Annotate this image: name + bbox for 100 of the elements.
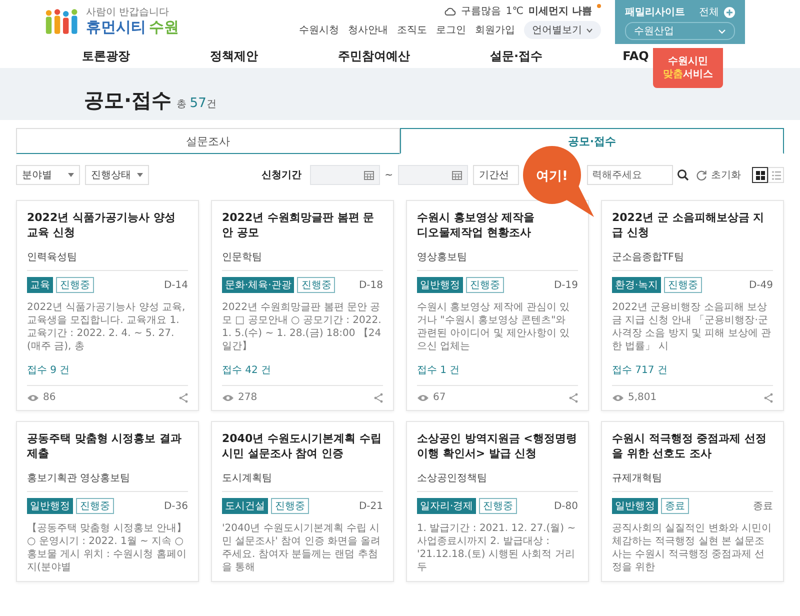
d-day-label: D-36 [164, 500, 188, 512]
card[interactable]: 2022년 식품가공기능사 양성 교육 신청 인력육성팀 교육 진행중 D-14 2022년 식품가공기능사 양성 교육, 교육생을 모집합니다. 교육개요 1. 교육기간 : 2022. 2. 4. ~ 5. 27.(매주 금), 총 접수 9 건 86 [16, 200, 199, 411]
department-label: 소상공인정책팀 [417, 471, 578, 492]
grid-view-button[interactable] [752, 167, 768, 183]
eye-icon [612, 394, 624, 402]
department-label: 홍보기획관 영상홍보팀 [27, 471, 188, 492]
card[interactable]: 공동주택 맞춤형 시정홍보 결과 제출 홍보기획관 영상홍보팀 일반행정 진행중 D-36 【공동주택 맞춤형 시정홍보 안내】 ○ 운영시기 : 2022. 1월 ~ 지속 ○ 홍보물 게시 위치 : 수원시청 홈페이지(분야별 [16, 421, 199, 582]
range-separator: ~ [384, 170, 393, 180]
view-count: 67 [433, 392, 446, 403]
card-title[interactable]: 소상공인 방역지원금 <행정명령 이행 확인서> 발급 신청 [417, 431, 578, 461]
card-description: 【공동주택 맞춤형 시정홍보 안내】 ○ 운영시기 : 2022. 1월 ~ 지속 ○ 홍보물 게시 위치 : 수원시청 홈페이지(분야별 [27, 522, 188, 574]
status-tag: 진행중 [56, 277, 94, 293]
start-date-field[interactable] [310, 165, 380, 185]
department-label: 인문학팀 [222, 250, 383, 271]
department-label: 군소음종합TF팀 [612, 250, 773, 271]
nav-item[interactable]: 정책제안 [210, 48, 258, 64]
card-title[interactable]: 2022년 식품가공기능사 양성 교육 신청 [27, 210, 188, 240]
status-select[interactable]: 진행상태 [85, 165, 149, 185]
card-title[interactable]: 2040년 수원도시기본계획 수립 시민 설문조사 참여 인증 [222, 431, 383, 461]
share-icon[interactable] [374, 392, 383, 402]
logo-tagline: 사람이 반갑습니다 [86, 7, 170, 18]
card[interactable]: 소상공인 방역지원금 <행정명령 이행 확인서> 발급 신청 소상공인정책팀 일자리·경제 진행중 D-80 1. 발급기간 : 2021. 12. 27.(월) ~ 사업종료시까지 2. 발급대상 : '21.12.18.(토) 시행된 사회적 거리두 [406, 421, 589, 582]
grid-icon [756, 170, 764, 180]
view-count: 86 [43, 392, 56, 403]
utility-link[interactable]: 수원시청 [299, 23, 339, 37]
view-count: 278 [238, 392, 258, 403]
temperature: 1℃ [506, 6, 524, 16]
card-description: 1. 발급기간 : 2021. 12. 27.(월) ~ 사업종료시까지 2. 발급대상 : '21.12.18.(토) 시행된 사회적 거리두 [417, 522, 577, 574]
category-tag: 일반행정 [417, 277, 463, 293]
eye-icon [27, 394, 39, 402]
card-description: 공직사회의 실질적인 변화와 시민이 체감하는 적극행정 실현 본 설문조사는 수원시 적극행정 중점과제 선정을 위한 [612, 522, 773, 574]
card[interactable]: 2022년 수원희망글판 봄편 문 안 공모 인문학팀 문화·체육·관광 진행중 D-18 2022년 수원희망글판 봄편 문안 공모 □ 공모안내 ○ 공모기간 : 2022. 1. 5.(수) ~ 1. 28.(금) 18:00 【24일간】 접수 42 건 278 [211, 200, 394, 411]
application-count[interactable]: 접수 9 건 [27, 363, 70, 385]
card-title[interactable]: 수원시 적극행정 중점과제 선정 을 위한 선호도 조사 [612, 431, 773, 461]
application-count[interactable]: 접수 717 건 [612, 363, 668, 385]
nav-item[interactable]: FAQ [622, 49, 649, 63]
department-label: 영상홍보팀 [417, 250, 578, 271]
family-site-title: 패밀리사이트 [625, 6, 685, 19]
search-icon[interactable] [677, 169, 689, 181]
utility-link[interactable]: 청사안내 [348, 23, 388, 37]
d-day-label: D-21 [358, 500, 383, 512]
share-icon[interactable] [569, 392, 578, 402]
language-select[interactable]: 언어별보기 [524, 21, 601, 39]
weather-condition: 구름많음 [460, 5, 501, 18]
category-tag: 일반행정 [612, 498, 658, 514]
tab[interactable]: 공모·접수 [400, 128, 784, 154]
category-tag: 도시건설 [222, 498, 268, 514]
period-label: 신청기간 [262, 169, 302, 182]
nav-item[interactable]: 토론광장 [82, 48, 130, 64]
department-label: 규제개혁팀 [612, 471, 773, 492]
card[interactable]: 수원시 홍보영상 제작을 디오물제작업 현황조사 영상홍보팀 일반행정 진행중 D-19 수원시 홍보영상 제작에 관심이 있거나 "수원시 홍보영상 콘텐츠"와 관련된 아이디어 및 제안사항이 있으신 업체는 접수 1 건 67 [406, 200, 589, 411]
share-icon[interactable] [764, 392, 773, 402]
cloud-icon [444, 6, 456, 16]
list-icon [772, 170, 780, 180]
card-title[interactable]: 공동주택 맞춤형 시정홍보 결과 제출 [27, 431, 188, 461]
card[interactable]: 수원시 적극행정 중점과제 선정 을 위한 선호도 조사 규제개혁팀 일반행정 종료 종료 공직사회의 실질적인 변화와 시민이 체감하는 적극행정 실현 본 설문조사는 수원시 적극행정 중점과제 선정을 위한 [601, 421, 784, 582]
card-description: '2040년 수원도시기본계획 수립 시민 설문조사' 참여 인증 화면을 올려주세요. 참여자 분들께는 랜덤 추첨을 통해 [222, 522, 382, 574]
share-icon[interactable] [179, 392, 188, 402]
card[interactable]: 2022년 군 소음피해보상금 지 급 신청 군소음종합TF팀 환경·녹지 진행중 D-49 2022년 군용비행장 소음피해 보상금 지급 신청 안내 「군용비행장·군사격장 소음 방지 및 피해 보상에 관한 법률」 시 접수 717 건 5,801 [601, 200, 784, 411]
card[interactable]: 2040년 수원도시기본계획 수립 시민 설문조사 참여 인증 도시계획팀 도시건설 진행중 D-21 '2040년 수원도시기본계획 수립 시민 설문조사' 참여 인증 화면을 올려주세요. 참여자 분들께는 랜덤 추첨을 통해 [211, 421, 394, 582]
period-type-select[interactable]: 기간선 [473, 165, 519, 185]
end-date-field[interactable] [398, 165, 468, 185]
calendar-icon [452, 170, 462, 180]
search-field[interactable]: 력해주세요 [587, 165, 673, 185]
status-tag: 종료 [661, 498, 689, 514]
category-tag: 일반행정 [27, 498, 73, 514]
d-day-label: D-80 [554, 500, 578, 512]
category-tag: 문화·체육·관광 [222, 277, 294, 293]
department-label: 인력육성팀 [27, 250, 188, 271]
caret-icon [68, 173, 74, 177]
card-description: 2022년 군용비행장 소음피해 보상금 지급 신청 안내 「군용비행장·군사격장 소음 방지 및 피해 보상에 관한 법률」 시 [612, 301, 772, 353]
application-count[interactable]: 접수 1 건 [417, 363, 460, 385]
category-select[interactable]: 분야별 [16, 165, 80, 185]
chevron-down-icon [586, 28, 593, 32]
status-tag: 진행중 [479, 498, 518, 514]
nav-item[interactable]: 주민참여예산 [338, 48, 410, 64]
status-tag: 진행중 [297, 277, 336, 293]
d-day-label: D-19 [554, 280, 578, 290]
utility-link[interactable]: 조직도 [397, 23, 427, 37]
calendar-icon [364, 170, 374, 180]
logo-brand: 휴먼시티 [86, 18, 146, 36]
card-title[interactable]: 2022년 군 소음피해보상금 지 급 신청 [612, 210, 773, 240]
utility-link[interactable]: 로그인 [436, 23, 466, 37]
total-count: 총 57건 [176, 97, 216, 112]
card-title[interactable]: 2022년 수원희망글판 봄편 문 안 공모 [222, 210, 383, 240]
application-count[interactable]: 접수 42 건 [222, 363, 272, 385]
nav-item[interactable]: 설문·접수 [490, 48, 543, 64]
reset-button[interactable]: 초기화 [694, 168, 743, 182]
plus-icon[interactable] [724, 6, 735, 18]
d-day-label: D-14 [164, 280, 188, 290]
utility-link[interactable]: 회원가입 [475, 23, 515, 37]
caret-icon [137, 173, 143, 177]
fine-dust-status: 미세먼지 나쁨 [528, 5, 592, 18]
status-tag: 진행중 [466, 277, 504, 293]
tab[interactable]: 설문조사 [16, 128, 400, 154]
category-tag: 환경·녹지 [612, 277, 662, 293]
refresh-icon [696, 170, 707, 180]
page-title: 공모·접수 [84, 88, 172, 112]
card-title[interactable]: 수원시 홍보영상 제작을 디오물제작업 현황조사 [417, 210, 578, 240]
category-tag: 교육 [27, 277, 53, 293]
